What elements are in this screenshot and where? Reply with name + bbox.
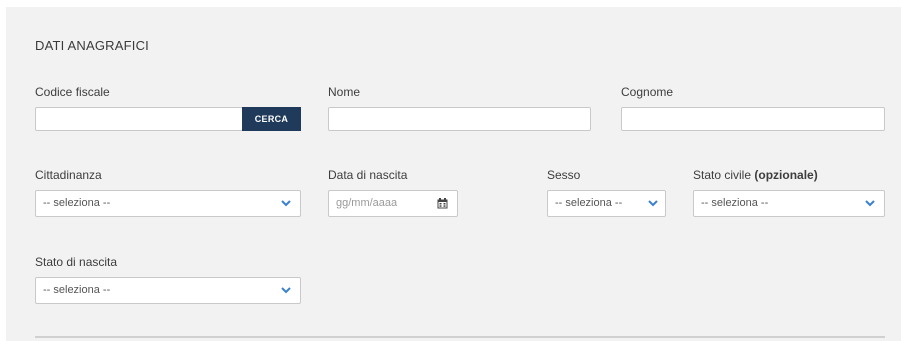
codice-fiscale-input[interactable] bbox=[35, 107, 243, 131]
stato-civile-label: Stato civile (opzionale) bbox=[693, 168, 818, 182]
sesso-selected: -- seleziona -- bbox=[555, 197, 623, 209]
data-nascita-input[interactable]: gg/mm/aaaa bbox=[328, 190, 458, 217]
nome-input[interactable] bbox=[328, 107, 591, 131]
codice-fiscale-label: Codice fiscale bbox=[35, 85, 110, 99]
data-nascita-placeholder: gg/mm/aaaa bbox=[336, 197, 398, 209]
cittadinanza-select[interactable]: -- seleziona -- bbox=[35, 190, 301, 217]
section-title: DATI ANAGRAFICI bbox=[35, 38, 149, 53]
cerca-button[interactable]: CERCA bbox=[242, 107, 301, 131]
stato-nascita-selected: -- seleziona -- bbox=[43, 284, 111, 296]
chevron-down-icon bbox=[865, 200, 875, 207]
sesso-select[interactable]: -- seleziona -- bbox=[547, 190, 666, 217]
chevron-down-icon bbox=[648, 200, 658, 207]
stato-nascita-label: Stato di nascita bbox=[35, 255, 118, 269]
nome-label: Nome bbox=[328, 85, 361, 99]
chevron-down-icon bbox=[281, 287, 291, 294]
cognome-label: Cognome bbox=[621, 85, 674, 99]
stato-civile-optional: (opzionale) bbox=[754, 168, 818, 182]
stato-civile-select[interactable]: -- seleziona -- bbox=[693, 190, 885, 217]
calendar-icon[interactable] bbox=[437, 198, 448, 209]
cittadinanza-selected: -- seleziona -- bbox=[43, 197, 111, 209]
cittadinanza-label: Cittadinanza bbox=[35, 168, 102, 182]
data-nascita-label: Data di nascita bbox=[328, 168, 408, 182]
section-divider bbox=[35, 336, 885, 338]
sesso-label: Sesso bbox=[547, 168, 581, 182]
chevron-down-icon bbox=[281, 200, 291, 207]
stato-civile-selected: -- seleziona -- bbox=[701, 197, 769, 209]
stato-nascita-select[interactable]: -- seleziona -- bbox=[35, 277, 301, 304]
cognome-input[interactable] bbox=[621, 107, 885, 131]
